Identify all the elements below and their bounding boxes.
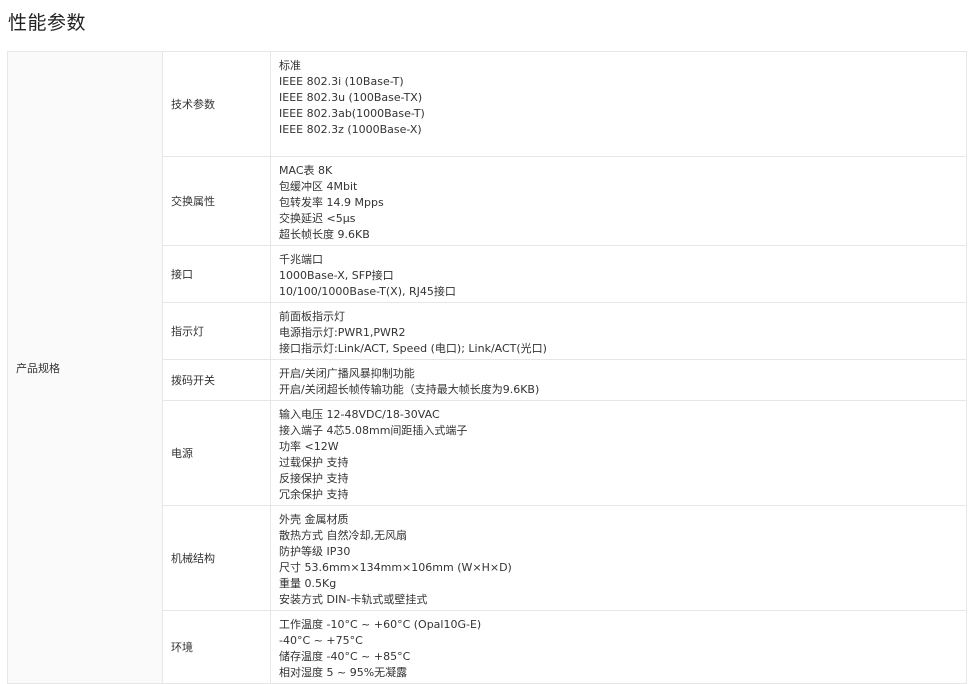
row-label: 环境 [162,610,271,684]
value-line: -40°C ~ +75°C [279,634,363,647]
value-line: 接口指示灯:Link/ACT, Speed (电口); Link/ACT(光口) [279,342,547,355]
row-values: MAC表 8K 包缓冲区 4Mbit 包转发率 14.9 Mpps 交换延迟 <… [270,156,967,246]
row-values: 输入电压 12-48VDC/18-30VAC 接入端子 4芯5.08mm间距插入… [270,400,967,506]
value-line: 工作温度 -10°C ~ +60°C (Opal10G-E) [279,618,482,631]
value-line: 1000Base-X, SFP接口 [279,269,394,282]
row-values: 前面板指示灯 电源指示灯:PWR1,PWR2 接口指示灯:Link/ACT, S… [270,302,967,360]
table-row: 产品规格 技术参数 标准 IEEE 802.3i (10Base-T) IEEE… [7,51,967,684]
value-line: 输入电压 12-48VDC/18-30VAC [279,408,440,421]
value-line: 电源指示灯:PWR1,PWR2 [279,326,406,339]
row-label: 电源 [162,400,271,506]
value-line: 过载保护 支持 [279,456,349,469]
row-values: 标准 IEEE 802.3i (10Base-T) IEEE 802.3u (1… [270,51,967,157]
value-line: 前面板指示灯 [279,310,345,323]
value-line: 重量 0.5Kg [279,577,337,590]
value-line: IEEE 802.3u (100Base-TX) [279,91,423,104]
value-line: 包缓冲区 4Mbit [279,180,358,193]
value-line: IEEE 802.3ab(1000Base-T) [279,107,425,120]
value-line: 反接保护 支持 [279,472,349,485]
value-line: 冗余保护 支持 [279,488,349,501]
spec-table: 产品规格 技术参数 标准 IEEE 802.3i (10Base-T) IEEE… [7,51,967,684]
row-label: 交换属性 [162,156,271,246]
value-line: IEEE 802.3z (1000Base-X) [279,123,422,136]
row-values: 开启/关闭广播风暴抑制功能 开启/关闭超长帧传输功能（支持最大帧长度为9.6KB… [270,359,967,401]
value-line: 交换延迟 <5μs [279,212,356,225]
row-label: 拨码开关 [162,359,271,401]
value-line: IEEE 802.3i (10Base-T) [279,75,404,88]
value-line: 千兆端口 [279,253,323,266]
row-label: 机械结构 [162,505,271,611]
value-line: 尺寸 53.6mm×134mm×106mm (W×H×D) [279,561,512,574]
value-line: 接入端子 4芯5.08mm间距插入式端子 [279,424,468,437]
value-line: 储存温度 -40°C ~ +85°C [279,650,411,663]
value-line: 包转发率 14.9 Mpps [279,196,384,209]
value-line: 相对湿度 5 ~ 95%无凝露 [279,666,408,679]
page-title: 性能参数 [8,12,87,34]
category-cell: 产品规格 [7,51,163,684]
row-values: 千兆端口 1000Base-X, SFP接口 10/100/1000Base-T… [270,245,967,303]
row-label: 指示灯 [162,302,271,360]
value-line: 散热方式 自然冷却,无风扇 [279,529,407,542]
value-line: 外壳 金属材质 [279,513,349,526]
row-values: 工作温度 -10°C ~ +60°C (Opal10G-E) -40°C ~ +… [270,610,967,684]
value-line: 功率 <12W [279,440,339,453]
row-values: 外壳 金属材质 散热方式 自然冷却,无风扇 防护等级 IP30 尺寸 53.6m… [270,505,967,611]
value-line: 防护等级 IP30 [279,545,351,558]
value-line: 标准 [279,59,301,72]
value-line: MAC表 8K [279,164,333,177]
value-line: 安装方式 DIN-卡轨式或壁挂式 [279,593,428,606]
value-line: 超长帧长度 9.6KB [279,228,370,241]
value-line: 开启/关闭广播风暴抑制功能 [279,367,415,380]
row-label: 接口 [162,245,271,303]
row-label: 技术参数 [162,51,271,157]
value-line: 10/100/1000Base-T(X), RJ45接口 [279,285,456,298]
value-line: 开启/关闭超长帧传输功能（支持最大帧长度为9.6KB) [279,383,540,396]
